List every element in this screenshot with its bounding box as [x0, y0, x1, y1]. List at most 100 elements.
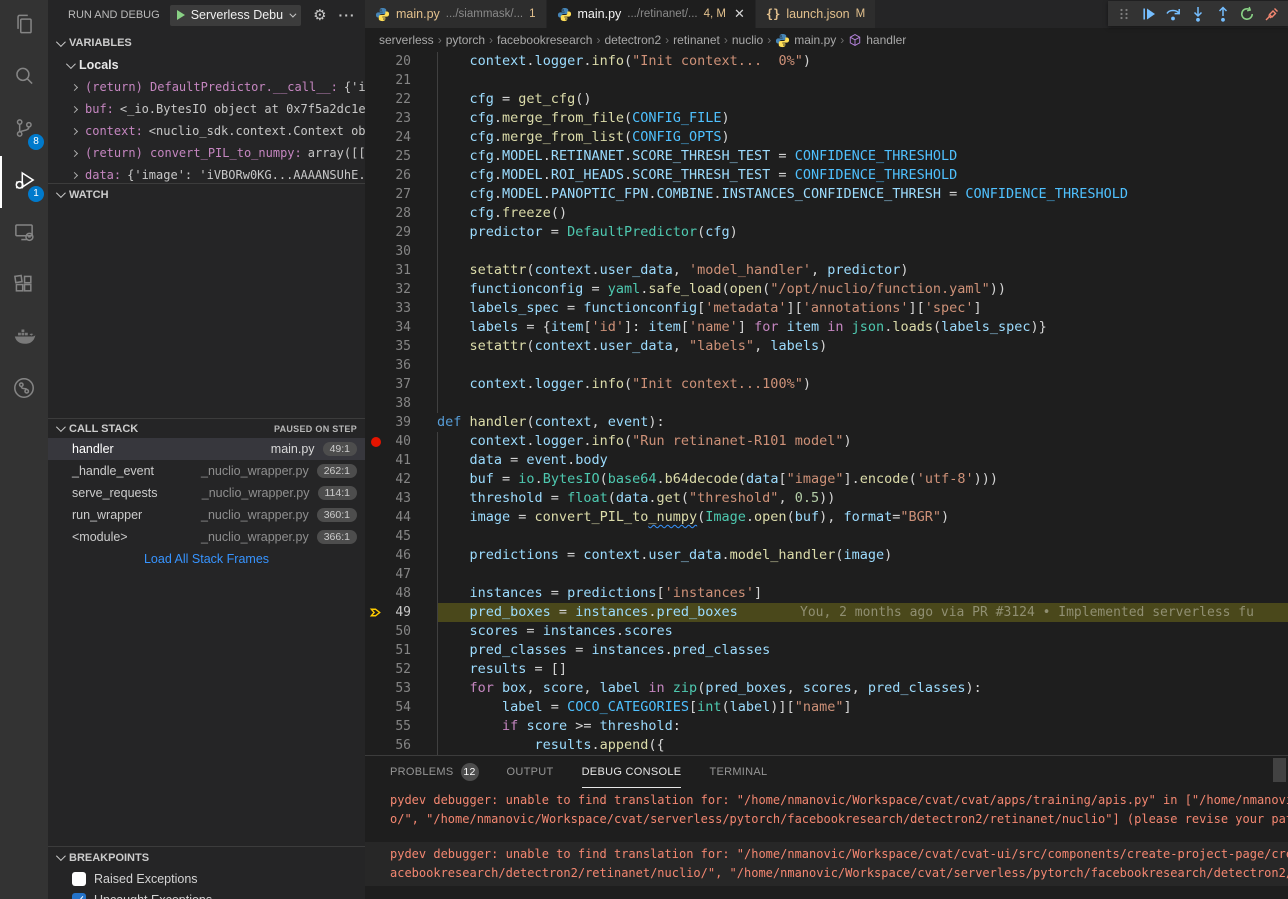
continue-icon[interactable]: [1139, 3, 1160, 24]
code-line-56[interactable]: 56 results.append({: [365, 736, 1288, 755]
tab-main.py[interactable]: main.py.../siammask/...1: [365, 0, 547, 28]
code-line-41[interactable]: 41 data = event.body: [365, 451, 1288, 470]
code-line-54[interactable]: 54 label = COCO_CATEGORIES[int(label)]["…: [365, 698, 1288, 717]
more-actions-icon[interactable]: ···: [339, 7, 356, 23]
activity-git-graph[interactable]: [0, 364, 48, 416]
code-editor[interactable]: 20 context.logger.info("Init context... …: [365, 52, 1288, 755]
code-line-35[interactable]: 35 setattr(context.user_data, "labels", …: [365, 337, 1288, 356]
gutter[interactable]: 43: [365, 489, 437, 508]
code-line-50[interactable]: 50 scores = instances.scores: [365, 622, 1288, 641]
stack-frame-row[interactable]: handlermain.py49:1: [48, 438, 365, 460]
gutter[interactable]: 45: [365, 527, 437, 546]
breadcrumb-item-nuclio[interactable]: nuclio: [732, 33, 763, 47]
call-stack-header[interactable]: CALL STACK PAUSED ON STEP: [48, 418, 365, 438]
gutter[interactable]: 21: [365, 71, 437, 90]
code-line-45[interactable]: 45: [365, 527, 1288, 546]
gutter[interactable]: 49: [365, 603, 437, 622]
breakpoints-header[interactable]: BREAKPOINTS: [48, 846, 365, 868]
code-line-30[interactable]: 30: [365, 242, 1288, 261]
gutter[interactable]: 28: [365, 204, 437, 223]
panel-tab-output[interactable]: OUTPUT: [507, 756, 554, 788]
code-line-23[interactable]: 23 cfg.merge_from_file(CONFIG_FILE): [365, 109, 1288, 128]
breadcrumb-item-retinanet[interactable]: retinanet: [673, 33, 720, 47]
gutter[interactable]: 46: [365, 546, 437, 565]
activity-extensions[interactable]: [0, 260, 48, 312]
stack-frame-row[interactable]: run_wrapper_nuclio_wrapper.py360:1: [48, 504, 365, 526]
variables-section-header[interactable]: VARIABLES: [48, 32, 365, 54]
gutter[interactable]: 42: [365, 470, 437, 489]
gutter[interactable]: 22: [365, 90, 437, 109]
gutter[interactable]: 53: [365, 679, 437, 698]
panel-tab-debug-console[interactable]: DEBUG CONSOLE: [582, 756, 682, 788]
tab-main.py[interactable]: main.py.../retinanet/...4, M✕: [547, 0, 756, 28]
gutter[interactable]: 54: [365, 698, 437, 717]
breadcrumb-item-pytorch[interactable]: pytorch: [446, 33, 485, 47]
stack-frame-row[interactable]: serve_requests_nuclio_wrapper.py114:1: [48, 482, 365, 504]
breadcrumb-item-detectron2[interactable]: detectron2: [604, 33, 661, 47]
gutter[interactable]: 27: [365, 185, 437, 204]
disconnect-icon[interactable]: [1261, 3, 1282, 24]
gutter[interactable]: 23: [365, 109, 437, 128]
code-line-39[interactable]: 39def handler(context, event):: [365, 413, 1288, 432]
gutter[interactable]: 25: [365, 147, 437, 166]
checkbox-unchecked-icon[interactable]: [72, 872, 86, 886]
gutter[interactable]: 44: [365, 508, 437, 527]
code-line-40[interactable]: 40 context.logger.info("Run retinanet-R1…: [365, 432, 1288, 451]
gutter[interactable]: 50: [365, 622, 437, 641]
restart-icon[interactable]: [1237, 3, 1258, 24]
code-line-51[interactable]: 51 pred_classes = instances.pred_classes: [365, 641, 1288, 660]
gutter[interactable]: 20: [365, 52, 437, 71]
gutter[interactable]: 34: [365, 318, 437, 337]
code-line-22[interactable]: 22 cfg = get_cfg(): [365, 90, 1288, 109]
gutter[interactable]: 47: [365, 565, 437, 584]
gutter[interactable]: 56: [365, 736, 437, 755]
code-line-53[interactable]: 53 for box, score, label in zip(pred_box…: [365, 679, 1288, 698]
code-line-28[interactable]: 28 cfg.freeze(): [365, 204, 1288, 223]
breadcrumb-item-handler[interactable]: handler: [848, 33, 906, 47]
step-into-icon[interactable]: [1188, 3, 1209, 24]
gutter[interactable]: 35: [365, 337, 437, 356]
gutter[interactable]: 39: [365, 413, 437, 432]
activity-search[interactable]: [0, 52, 48, 104]
code-line-24[interactable]: 24 cfg.merge_from_list(CONFIG_OPTS): [365, 128, 1288, 147]
breadcrumb-item-facebookresearch[interactable]: facebookresearch: [497, 33, 592, 47]
panel-tab-terminal[interactable]: TERMINAL: [709, 756, 767, 788]
start-debug-icon[interactable]: [177, 10, 185, 20]
variable-row[interactable]: buf:<_io.BytesIO object at 0x7f5a2dc1ecc…: [48, 98, 365, 120]
gear-icon[interactable]: ⚙: [313, 6, 326, 24]
code-line-46[interactable]: 46 predictions = context.user_data.model…: [365, 546, 1288, 565]
variable-row[interactable]: (return) DefaultPredictor.__call__:{'ins…: [48, 76, 365, 98]
activity-remote-explorer[interactable]: [0, 208, 48, 260]
gutter[interactable]: 36: [365, 356, 437, 375]
gutter[interactable]: 41: [365, 451, 437, 470]
watch-section[interactable]: WATCH: [48, 183, 365, 205]
close-icon[interactable]: ✕: [734, 6, 745, 22]
gutter[interactable]: 55: [365, 717, 437, 736]
stack-frame-row[interactable]: _handle_event_nuclio_wrapper.py262:1: [48, 460, 365, 482]
breakpoint-row[interactable]: Uncaught Exceptions: [48, 889, 365, 899]
gutter[interactable]: 30: [365, 242, 437, 261]
activity-explorer[interactable]: [0, 0, 48, 52]
code-line-42[interactable]: 42 buf = io.BytesIO(base64.b64decode(dat…: [365, 470, 1288, 489]
gutter[interactable]: 31: [365, 261, 437, 280]
code-line-29[interactable]: 29 predictor = DefaultPredictor(cfg): [365, 223, 1288, 242]
step-out-icon[interactable]: [1212, 3, 1233, 24]
gutter[interactable]: 29: [365, 223, 437, 242]
activity-docker[interactable]: [0, 312, 48, 364]
panel-tab-problems[interactable]: PROBLEMS12: [390, 756, 479, 788]
code-line-20[interactable]: 20 context.logger.info("Init context... …: [365, 52, 1288, 71]
variable-row[interactable]: (return) convert_PIL_to_numpy:array([[[ …: [48, 142, 365, 164]
gutter[interactable]: 48: [365, 584, 437, 603]
code-line-25[interactable]: 25 cfg.MODEL.RETINANET.SCORE_THRESH_TEST…: [365, 147, 1288, 166]
gutter[interactable]: 33: [365, 299, 437, 318]
gutter[interactable]: 51: [365, 641, 437, 660]
code-line-38[interactable]: 38: [365, 394, 1288, 413]
code-line-34[interactable]: 34 labels = {item['id']: item['name'] fo…: [365, 318, 1288, 337]
gutter[interactable]: 40: [365, 432, 437, 451]
code-line-43[interactable]: 43 threshold = float(data.get("threshold…: [365, 489, 1288, 508]
code-line-44[interactable]: 44 image = convert_PIL_to_numpy(Image.op…: [365, 508, 1288, 527]
code-line-49[interactable]: 49 pred_boxes = instances.pred_boxesYou,…: [365, 603, 1288, 622]
gutter[interactable]: 52: [365, 660, 437, 679]
code-line-37[interactable]: 37 context.logger.info("Init context...1…: [365, 375, 1288, 394]
code-line-36[interactable]: 36: [365, 356, 1288, 375]
